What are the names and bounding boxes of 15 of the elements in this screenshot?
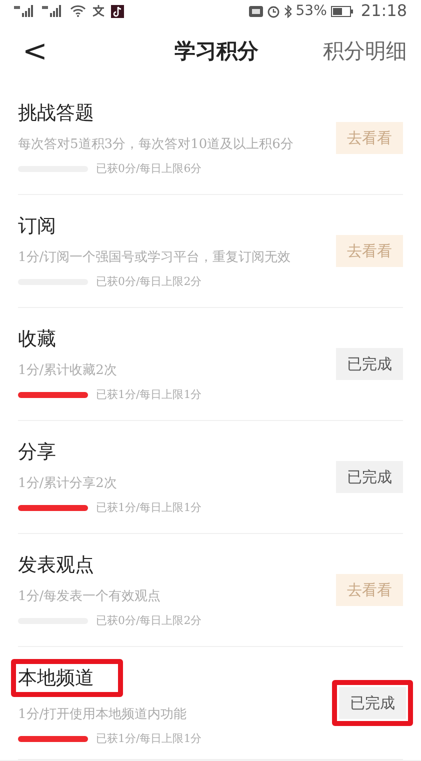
page-title: 学习积分 [174,38,258,66]
task-title: 分享 [17,440,57,465]
task-description: 1分/累计收藏2次 [18,362,118,380]
task-title: 发表观点 [17,552,95,578]
task-description: 每次答对5道积3分，每次答对10道及以上积6分 [18,136,294,154]
task-description: 1分/打开使用本地频道内功能 [18,706,188,724]
task-title: 订阅 [17,214,57,239]
task-title: 挑战答题 [17,100,95,126]
battery-percentage: 53% [296,2,327,20]
clock-time: 21:18 [360,0,407,22]
task-description: 1分/订阅一个强国号或学习平台，重复订阅无效 [18,249,292,268]
task-description: 1分/累计分享2次 [18,475,118,494]
task-description: 1分/每发表一个有效观点 [18,588,162,606]
task-title: 收藏 [17,326,57,352]
task-title: 本地频道 [11,658,123,698]
